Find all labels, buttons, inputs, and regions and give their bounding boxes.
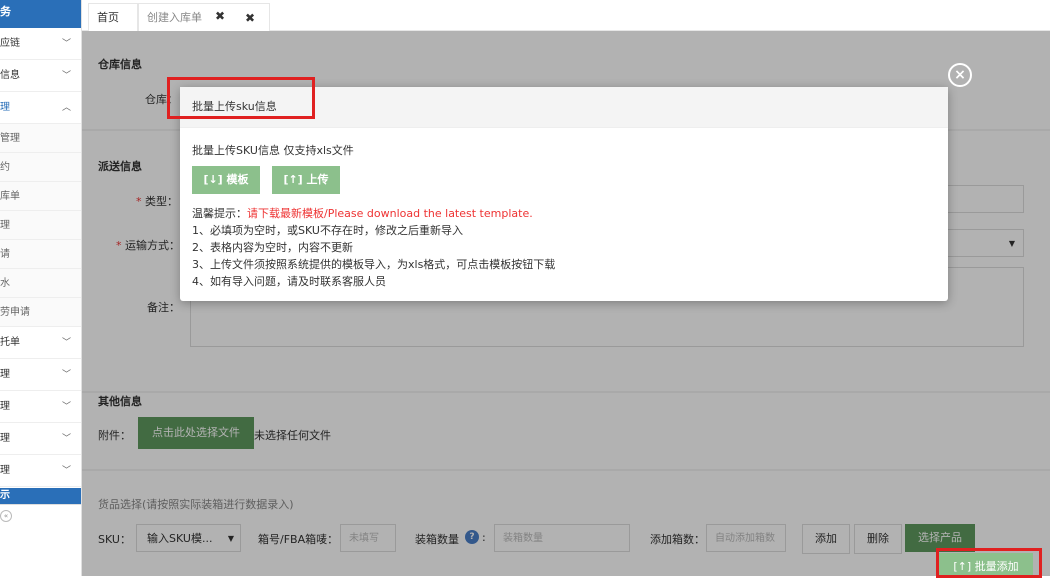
- sidebar-item-manage[interactable]: 理 ﹀: [0, 423, 81, 455]
- sidebar-item-label: 理: [0, 401, 10, 412]
- sidebar-item-manage[interactable]: 理 ﹀: [0, 455, 81, 487]
- collapse-icon[interactable]: «: [0, 510, 12, 522]
- sidebar-item-manage[interactable]: 理 ﹀: [0, 391, 81, 423]
- tip-red-text[interactable]: 请下载最新模板/Please download the latest templ…: [247, 207, 533, 220]
- sidebar-item-label: 理: [0, 433, 10, 444]
- batch-upload-modal: 批量上传sku信息 批量上传SKU信息 仅支持xls文件 [↓] 模板 [↑] …: [180, 87, 948, 301]
- sidebar-subitem[interactable]: 水: [0, 269, 81, 298]
- modal-buttons: [↓] 模板 [↑] 上传: [192, 166, 936, 194]
- upload-icon: [↑]: [283, 173, 307, 186]
- modal-tips: 温馨提示：请下载最新模板/Please download the latest …: [192, 205, 936, 290]
- sidebar-item-label: 理: [0, 465, 10, 476]
- tip-line: 3、上传文件须按照系统提供的模板导入，为xls格式，可点击模板按钮下载: [192, 258, 556, 271]
- tip-line: 1、必填项为空时，或SKU不存在时，修改之后重新导入: [192, 224, 463, 237]
- chevron-down-icon: ﹀: [61, 39, 71, 49]
- modal-description: 批量上传SKU信息 仅支持xls文件: [192, 144, 354, 157]
- chevron-down-icon: ﹀: [61, 402, 71, 412]
- tip-line: 4、如有导入问题，请及时联系客服人员: [192, 275, 386, 288]
- sidebar-subitem[interactable]: 库单: [0, 182, 81, 211]
- sidebar-item-supply-chain[interactable]: 应链 ﹀: [0, 28, 81, 60]
- chevron-down-icon: ﹀: [61, 71, 71, 81]
- tip-line: 2、表格内容为空时，内容不更新: [192, 241, 353, 254]
- chevron-up-icon: ︿: [61, 103, 71, 113]
- sidebar-subitem[interactable]: 请: [0, 240, 81, 269]
- tip-prefix: 温馨提示：: [192, 207, 247, 220]
- sidebar-item-manage[interactable]: 理 ︿: [0, 92, 81, 124]
- sidebar-footer: 示: [0, 488, 81, 504]
- modal-body: 批量上传SKU信息 仅支持xls文件 [↓] 模板 [↑] 上传 温馨提示：请下…: [180, 128, 948, 302]
- sidebar-item-label: 理: [0, 369, 10, 380]
- highlight-box: [936, 548, 1042, 578]
- sidebar-item-label: 应链: [0, 38, 20, 49]
- sidebar-subitem[interactable]: 管理: [0, 124, 81, 153]
- sidebar-item-manage[interactable]: 理 ﹀: [0, 359, 81, 391]
- sidebar-header: 务: [0, 0, 81, 28]
- sidebar-item-label: 信息: [0, 70, 20, 81]
- tab-create-inbound[interactable]: 创建入库单 ✖ ✖: [138, 3, 270, 31]
- chevron-down-icon: ﹀: [61, 466, 71, 476]
- chevron-down-icon: ﹀: [61, 370, 71, 380]
- upload-label: 上传: [306, 173, 329, 186]
- upload-button[interactable]: [↑] 上传: [272, 166, 340, 194]
- sidebar-item-consign[interactable]: 托单 ﹀: [0, 327, 81, 359]
- modal-close-icon[interactable]: ×: [948, 63, 972, 87]
- close-icon[interactable]: ✖: [215, 2, 225, 30]
- close-icon[interactable]: ✖: [245, 4, 255, 32]
- sidebar: 务 应链 ﹀ 信息 ﹀ 理 ︿ 管理 约 库单 理 请 水 劳申请 托单 ﹀ 理 ﹀ 理 ﹀…: [0, 0, 82, 576]
- tip-line-header: 温馨提示：请下载最新模板/Please download the latest …: [192, 205, 936, 222]
- highlight-box: [167, 77, 315, 119]
- sidebar-item-label: 理: [0, 102, 10, 113]
- chevron-down-icon: ﹀: [61, 434, 71, 444]
- template-button[interactable]: [↓] 模板: [192, 166, 260, 194]
- sidebar-item-label: 托单: [0, 337, 20, 348]
- sidebar-subitem[interactable]: 理: [0, 211, 81, 240]
- sidebar-subitem[interactable]: 约: [0, 153, 81, 182]
- tab-label: 创建入库单: [147, 11, 202, 24]
- chevron-down-icon: ﹀: [61, 338, 71, 348]
- tab-bar: 首页 创建入库单 ✖ ✖: [82, 0, 1050, 31]
- download-icon: [↓]: [203, 173, 227, 186]
- divider: [0, 504, 81, 505]
- sidebar-item-info[interactable]: 信息 ﹀: [0, 60, 81, 92]
- sidebar-subitem[interactable]: 劳申请: [0, 298, 81, 327]
- template-label: 模板: [226, 173, 249, 186]
- tab-home[interactable]: 首页: [88, 3, 138, 31]
